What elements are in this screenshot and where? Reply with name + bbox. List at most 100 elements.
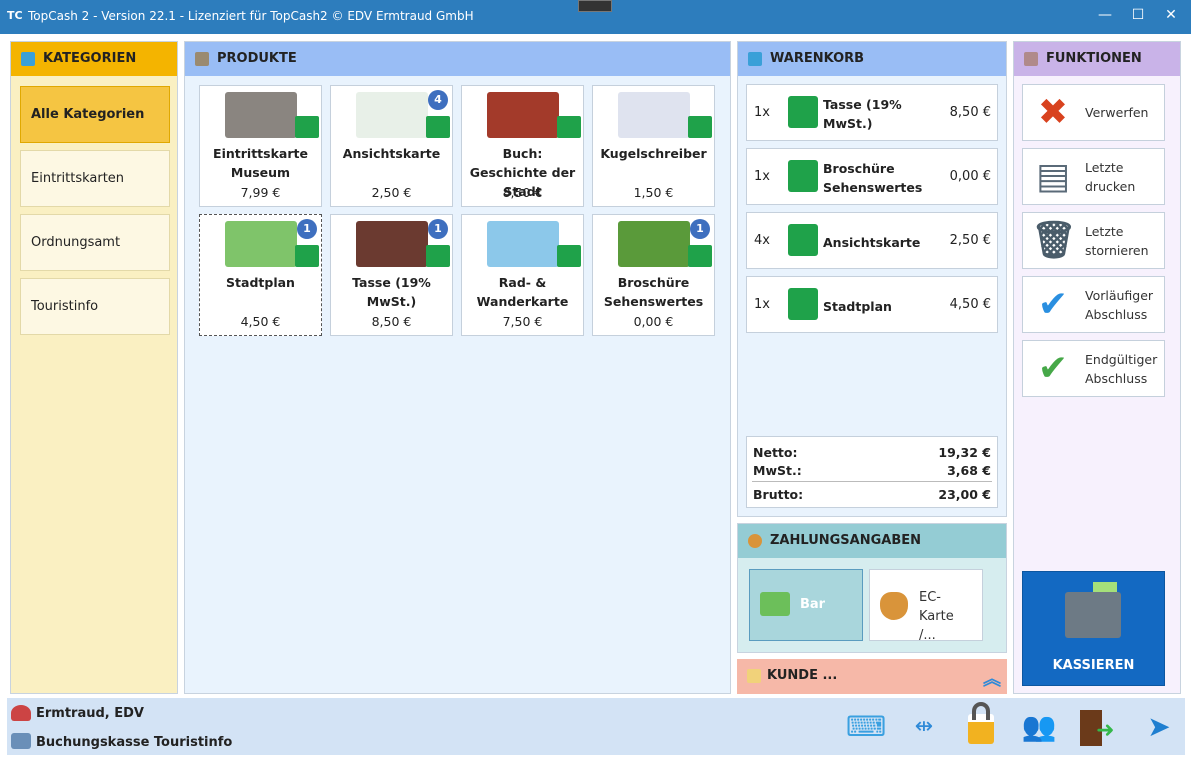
product-name: Rad- & Wanderkarte (476, 275, 569, 309)
product-price: 2,50 € (371, 185, 412, 200)
product-box-icon (788, 160, 818, 192)
cash-icon (760, 592, 790, 616)
product-price: 8,50 € (502, 185, 543, 200)
product-image (487, 92, 559, 138)
mwst-value: 3,68 € (947, 463, 991, 478)
kassieren-button[interactable]: KASSIEREN (1022, 571, 1165, 686)
cart-name: Ansichtskarte (823, 234, 921, 250)
money-bag-icon (748, 534, 762, 548)
cart-qty: 1x (754, 105, 770, 120)
verwerfen-button[interactable]: ✖ Verwerfen (1022, 84, 1165, 141)
product-card[interactable]: 1 Stadtplan 4,50 € (199, 214, 322, 336)
cart-item[interactable]: 1x Broschüre Sehenswertes 0,00 € (746, 148, 998, 205)
cart-qty: 4x (754, 233, 770, 248)
product-card[interactable]: 1 Broschüre Sehenswertes 0,00 € (592, 214, 715, 336)
zahlung-header: ZAHLUNGSANGABEN (738, 524, 1006, 558)
cart-name: Tasse (19% MwSt.) (823, 97, 902, 131)
maximize-button[interactable]: ☐ (1123, 4, 1153, 26)
product-price: 8,50 € (371, 314, 412, 329)
product-image (225, 92, 297, 138)
funktionen-header: FUNKTIONEN (1014, 42, 1180, 76)
product-image (618, 221, 690, 267)
letzte-stornieren-button[interactable]: 🗑 Letzte stornieren (1022, 212, 1165, 269)
product-image (356, 92, 428, 138)
add-to-cart-icon[interactable] (426, 116, 450, 138)
cart-qty: 1x (754, 297, 770, 312)
check-green-icon: ✔ (1037, 348, 1069, 389)
tools-icon (1024, 52, 1038, 66)
kassieren-label: KASSIEREN (1052, 658, 1135, 673)
status-bar: Ermtraud, EDV Buchungskasse Touristinfo (7, 698, 1185, 755)
product-box-icon (788, 96, 818, 128)
product-price: 4,50 € (240, 314, 281, 329)
cart-price: 0,00 € (949, 169, 991, 184)
warenkorb-title: WARENKORB (770, 51, 865, 66)
product-price: 1,50 € (633, 185, 674, 200)
cart-item[interactable]: 1x Stadtplan 4,50 € (746, 276, 998, 333)
category-ordnungsamt[interactable]: Ordnungsamt (20, 214, 170, 271)
add-to-cart-icon[interactable] (426, 245, 450, 267)
keyboard-icon[interactable]: ⌨ (846, 708, 886, 746)
add-to-cart-icon[interactable] (688, 245, 712, 267)
expand-chevron-icon[interactable]: ︽ (983, 665, 1001, 691)
close-button[interactable]: ✕ (1156, 4, 1186, 26)
check-blue-icon: ✔ (1037, 284, 1069, 325)
exit-door-icon[interactable]: ➜ (1080, 710, 1114, 746)
zahlung-panel: ZAHLUNGSANGABEN Bar EC-Karte /... (737, 523, 1007, 653)
cart-qty: 1x (754, 169, 770, 184)
add-to-cart-icon[interactable] (557, 116, 581, 138)
quantity-badge: 4 (428, 90, 448, 110)
zahlung-title: ZAHLUNGSANGABEN (770, 533, 921, 548)
product-image (225, 221, 297, 267)
cursor-mode-icon[interactable]: ➤ (1140, 708, 1178, 746)
product-card[interactable]: Rad- & Wanderkarte 7,50 € (461, 214, 584, 336)
users-icon (11, 705, 31, 721)
category-touristinfo[interactable]: Touristinfo (20, 278, 170, 335)
pay-ec-button[interactable]: EC-Karte /... (869, 569, 983, 643)
letzte-drucken-button[interactable]: ▤ Letzte drucken (1022, 148, 1165, 205)
lock-icon[interactable] (968, 702, 994, 744)
product-card[interactable]: Eintrittskarte Museum 7,99 € (199, 85, 322, 207)
cart-item[interactable]: 4x Ansichtskarte 2,50 € (746, 212, 998, 269)
vorlaeufiger-abschluss-button[interactable]: ✔ Vorläufiger Abschluss (1022, 276, 1165, 333)
cart-item[interactable]: 1x Tasse (19% MwSt.) 8,50 € (746, 84, 998, 141)
id-card-icon (747, 669, 761, 683)
funktionen-panel: FUNKTIONEN ✖ Verwerfen ▤ Letzte drucken 🗑 L… (1013, 41, 1181, 694)
pay-bar-button[interactable]: Bar (749, 569, 863, 641)
kunde-panel[interactable]: KUNDE ... ︽ (737, 659, 1007, 694)
add-to-cart-icon[interactable] (295, 245, 319, 267)
product-card[interactable]: Buch: Geschichte der Stadt 8,50 € (461, 85, 584, 207)
product-card[interactable]: Kugelschreiber 1,50 € (592, 85, 715, 207)
category-alle[interactable]: Alle Kategorien (20, 86, 170, 143)
minimize-button[interactable]: — (1090, 4, 1120, 26)
resize-window-icon[interactable]: ⇹ (905, 708, 943, 746)
netto-label: Netto: (753, 445, 798, 460)
product-image (487, 221, 559, 267)
letzte-stornieren-label: Letzte stornieren (1085, 223, 1149, 258)
product-card[interactable]: 4 Ansichtskarte 2,50 € (330, 85, 453, 207)
totals-box: Netto: 19,32 € MwSt.: 3,68 € Brutto: 23,… (746, 436, 998, 508)
cart-icon (748, 52, 762, 66)
product-name: Kugelschreiber (600, 146, 707, 161)
product-card[interactable]: 1 Tasse (19% MwSt.) 8,50 € (330, 214, 453, 336)
add-to-cart-icon[interactable] (557, 245, 581, 267)
cart-price: 4,50 € (949, 297, 991, 312)
money-bag-icon (880, 592, 908, 620)
endgueltiger-abschluss-button[interactable]: ✔ Endgültiger Abschluss (1022, 340, 1165, 397)
product-price: 7,99 € (240, 185, 281, 200)
totals-divider (752, 481, 992, 482)
drag-handle[interactable] (578, 0, 612, 12)
x-icon: ✖ (1037, 92, 1069, 133)
add-to-cart-icon[interactable] (295, 116, 319, 138)
mwst-label: MwSt.: (753, 463, 802, 478)
product-image (356, 221, 428, 267)
category-eintrittskarten[interactable]: Eintrittskarten (20, 150, 170, 207)
quantity-badge: 1 (428, 219, 448, 239)
switch-user-icon[interactable]: 👥 (1020, 708, 1058, 746)
letzte-drucken-label: Letzte drucken (1085, 159, 1136, 194)
add-to-cart-icon[interactable] (688, 116, 712, 138)
product-price: 0,00 € (633, 314, 674, 329)
product-price: 7,50 € (502, 314, 543, 329)
brutto-label: Brutto: (753, 487, 804, 502)
product-name: Broschüre Sehenswertes (603, 275, 704, 309)
